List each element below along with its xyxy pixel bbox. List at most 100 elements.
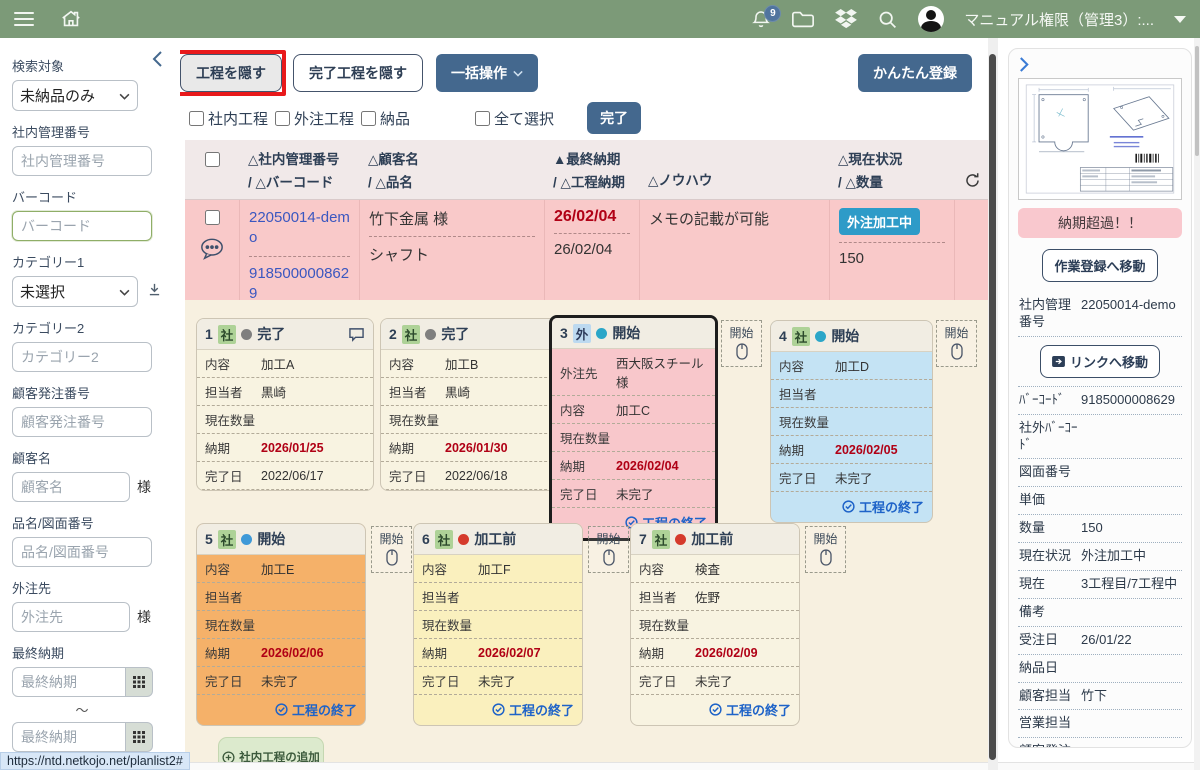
final-due-date: 26/02/04	[554, 208, 616, 225]
detail-row: 備考	[1018, 599, 1182, 627]
header-status[interactable]: △現在状況/ △数量	[830, 140, 955, 199]
start-process-dropzone[interactable]: 開始	[371, 526, 412, 573]
page-vertical-scrollbar[interactable]	[1194, 38, 1200, 770]
drawing-thumbnail[interactable]	[1018, 78, 1182, 200]
header-internal-no[interactable]: △社内管理番号/ △バーコード	[240, 140, 360, 199]
calendar-icon[interactable]	[126, 722, 153, 752]
chevron-down-icon	[119, 87, 130, 104]
barcode-link[interactable]: 9185000008629	[249, 265, 349, 302]
calendar-icon[interactable]	[126, 667, 153, 697]
process-card-4[interactable]: 4社開始 内容加工D 担当者 現在数量 納期2026/02/05 完了日未完了 …	[770, 320, 933, 523]
category2-input[interactable]	[12, 342, 152, 372]
easy-register-button[interactable]: かんたん登録	[858, 54, 972, 92]
customer-order-input[interactable]	[12, 407, 152, 437]
process-card-5[interactable]: 5社開始 内容加工E 担当者 現在数量 納期2026/02/06 完了日未完了 …	[196, 523, 366, 726]
internal-no-input[interactable]	[12, 146, 152, 176]
main-vertical-scrollbar[interactable]	[988, 38, 998, 770]
comment-icon[interactable]	[348, 327, 365, 342]
start-process-dropzone[interactable]: 開始	[721, 320, 762, 367]
internal-no-link[interactable]: 22050014-demo	[249, 209, 350, 246]
order-row[interactable]: 22050014-demo 9185000008629 竹下金属 様 シャフト …	[185, 200, 990, 312]
header-knowhow[interactable]: △ノウハウ	[640, 140, 830, 199]
user-avatar[interactable]	[918, 6, 944, 32]
bulk-action-button[interactable]: 一括操作	[436, 54, 538, 92]
check-circle-icon	[709, 703, 722, 716]
horizontal-scrollbar-track[interactable]	[185, 762, 1194, 770]
start-process-dropzone[interactable]: 開始	[936, 320, 977, 367]
process-type-badge: 社	[218, 530, 237, 549]
home-icon[interactable]	[60, 8, 82, 30]
process-type-badge: 社	[218, 325, 237, 344]
customer-name: 竹下金属 様	[369, 211, 448, 228]
status-dot	[815, 331, 826, 342]
subcontractor-suffix: 様	[137, 607, 151, 627]
scrollbar-thumb[interactable]	[1195, 46, 1199, 156]
subcontractor-input[interactable]	[12, 602, 130, 632]
process-number: 3	[560, 325, 568, 341]
dropbox-icon[interactable]	[835, 9, 857, 29]
header-select-checkbox[interactable]	[205, 152, 220, 167]
category1-label: カテゴリー1	[12, 252, 170, 271]
scrollbar-thumb[interactable]	[989, 54, 996, 760]
process-card-6[interactable]: 6社加工前 内容加工F 担当者 現在数量 納期2026/02/07 完了日未完了…	[413, 523, 583, 726]
work-register-button[interactable]: 作業登録へ移動	[1042, 249, 1157, 282]
row-comment-icon[interactable]	[199, 237, 225, 265]
expand-categories-icon[interactable]	[148, 283, 161, 301]
process-filter-row: 社内工程 外注工程 納品 全て選択 完了	[189, 102, 641, 134]
select-all-checkbox[interactable]	[475, 111, 490, 126]
complete-button[interactable]: 完了	[587, 102, 641, 134]
end-process-link[interactable]: 工程の終了	[414, 695, 582, 725]
process-card-2[interactable]: 2社完了 内容加工B 担当者黒崎 現在数量 納期2026/01/30 完了日20…	[380, 318, 558, 491]
item-name: シャフト	[369, 247, 429, 264]
end-process-link[interactable]: 工程の終了	[631, 695, 799, 725]
final-due-to-input[interactable]	[12, 722, 126, 752]
mouse-icon	[736, 343, 748, 360]
refresh-icon[interactable]	[955, 140, 990, 199]
barcode-label: バーコード	[12, 187, 170, 206]
bulk-action-label: 一括操作	[451, 63, 507, 83]
external-process-checkbox[interactable]	[275, 111, 290, 126]
end-process-link[interactable]: 工程の終了	[197, 695, 365, 725]
detail-side-panel: 納期超過！！ 作業登録へ移動 社内管理番号 22050014-demo リンクへ…	[1006, 38, 1194, 770]
process-due-date: 26/02/04	[554, 241, 612, 258]
status-dot	[241, 329, 252, 340]
process-card-1[interactable]: 1社完了 内容加工A 担当者黒崎 現在数量 納期2026/01/25 完了日20…	[196, 318, 374, 491]
final-due-from-input[interactable]	[12, 667, 126, 697]
internal-process-checkbox[interactable]	[189, 111, 204, 126]
hide-process-button[interactable]: 工程を隠す	[180, 54, 282, 92]
expand-panel-icon[interactable]	[1018, 56, 1031, 73]
collapse-sidebar-icon[interactable]	[150, 50, 164, 73]
add-internal-process-button[interactable]: 社内工程の追加	[218, 737, 324, 762]
process-card-7[interactable]: 7社加工前 内容検査 担当者佐野 現在数量 納期2026/02/09 完了日未完…	[630, 523, 800, 726]
mouse-icon	[386, 549, 398, 566]
detail-row: 図面番号	[1018, 459, 1182, 487]
customer-name-input[interactable]	[12, 472, 130, 502]
hide-completed-button[interactable]: 完了工程を隠す	[293, 54, 423, 92]
category1-select[interactable]: 未選択	[12, 276, 138, 307]
row-select-checkbox[interactable]	[205, 210, 220, 225]
detail-row: 社外ﾊﾞｰｺｰﾄﾞ	[1018, 415, 1182, 460]
search-target-select[interactable]: 未納品のみ	[12, 80, 138, 111]
delivery-checkbox[interactable]	[361, 111, 376, 126]
user-menu-caret-icon[interactable]	[1174, 16, 1186, 23]
search-icon[interactable]	[877, 9, 898, 30]
internal-process-label: 社内工程	[208, 108, 268, 129]
barcode-input[interactable]	[12, 211, 152, 241]
process-number: 7	[639, 531, 647, 547]
final-due-label: 最終納期	[12, 643, 170, 662]
start-process-dropzone[interactable]: 開始	[588, 526, 629, 573]
detail-row: 受注日26/01/22	[1018, 627, 1182, 655]
notifications-bell-icon[interactable]: 9	[751, 9, 771, 30]
end-process-link[interactable]: 工程の終了	[771, 492, 932, 522]
item-name-input[interactable]	[12, 537, 152, 567]
knowhow-memo: メモの記載が可能	[649, 211, 769, 228]
start-process-dropzone[interactable]: 開始	[805, 526, 846, 573]
header-due[interactable]: ▲最終納期/ △工程納期	[545, 140, 640, 199]
header-customer[interactable]: △顧客名/ △品名	[360, 140, 545, 199]
process-card-3-selected[interactable]: 3外開始 外注先西大阪スチール様 内容加工C 現在数量 納期2026/02/04…	[549, 315, 718, 541]
link-move-button[interactable]: リンクへ移動	[1040, 345, 1160, 378]
folder-icon[interactable]	[791, 9, 815, 29]
mouse-icon	[951, 343, 963, 360]
main-toolbar: 工程を隠す 完了工程を隠す 一括操作 かんたん登録	[185, 50, 990, 96]
menu-icon[interactable]	[14, 12, 34, 26]
